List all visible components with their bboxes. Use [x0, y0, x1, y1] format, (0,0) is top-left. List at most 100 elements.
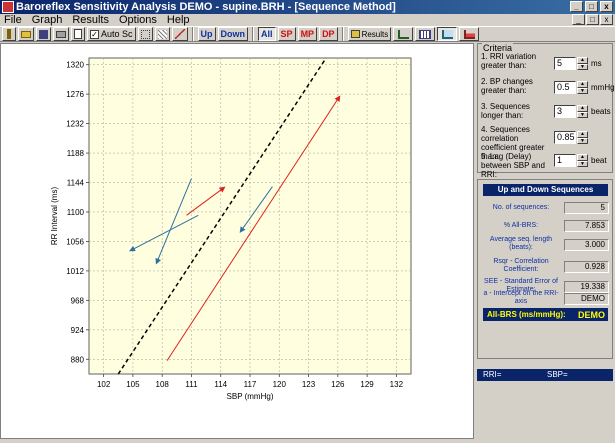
x-tick-label: 102 [97, 380, 111, 389]
criteria-label: 1. RRI variation greater than: [481, 52, 537, 70]
maximize-button[interactable]: □ [585, 1, 598, 12]
down-button[interactable]: Down [217, 27, 249, 41]
bar-icon-button[interactable] [2, 27, 16, 41]
menu-options[interactable]: Options [115, 14, 163, 26]
spin-down-icon[interactable]: ▼ [577, 63, 588, 70]
rri-readout-label: RRI= [483, 370, 502, 379]
y-tick-label: 1320 [66, 61, 84, 70]
seq-length-input[interactable]: 3 [554, 105, 576, 118]
x-tick-label: 129 [360, 380, 374, 389]
close-button[interactable]: x [600, 1, 613, 12]
y-axis-label: RR Interval (ms) [50, 187, 59, 246]
mdi-minimize-button[interactable]: _ [572, 14, 585, 25]
correlation-spinner[interactable]: ▲ ▼ [577, 131, 588, 144]
y-tick-label: 1144 [67, 179, 85, 188]
cursor-readout-bar: RRI= SBP= [477, 369, 613, 381]
criteria-row-correlation: 4. Sequences correlation coefficient gre… [481, 125, 613, 161]
y-tick-label: 880 [71, 355, 85, 364]
allbrs-bar: All-BRS (ms/mmHg): DEMO [483, 308, 608, 321]
disk-icon [39, 29, 48, 39]
lag-input[interactable]: 1 [554, 154, 576, 167]
up-button[interactable]: Up [197, 27, 216, 41]
toolbar-separator [252, 27, 255, 41]
menu-graph[interactable]: Graph [28, 14, 69, 26]
chart-view-button[interactable] [393, 27, 414, 41]
criteria-unit: beat [591, 156, 607, 165]
x-tick-label: 105 [126, 380, 140, 389]
rri-variation-input[interactable]: 5 [554, 57, 576, 70]
spin-down-icon[interactable]: ▼ [577, 160, 588, 167]
x-tick-label: 126 [331, 380, 345, 389]
x-tick-label: 123 [302, 380, 316, 389]
histogram-icon [463, 29, 475, 39]
histogram-view-button[interactable] [459, 27, 480, 41]
criteria-unit: beats [591, 107, 611, 116]
mdi-maximize-button[interactable]: □ [586, 14, 599, 25]
result-label: No. of sequences: [492, 204, 550, 211]
toolbar: ✓ Auto Sc Up Down All SP MP DP Results [0, 26, 615, 42]
result-row: % All-BRS: 7.853 [482, 220, 610, 232]
y-tick-labels: 880 924 968 1012 1056 1100 1144 1188 1232 1276 132… [66, 61, 84, 365]
criteria-label: 3. Sequences longer than: [481, 102, 530, 120]
print-button[interactable] [53, 27, 69, 41]
y-tick-label: 1056 [66, 237, 84, 246]
no-sequences-value: 5 [564, 202, 609, 214]
x-tick-label: 114 [214, 380, 227, 389]
allbrs-value: DEMO [578, 309, 605, 320]
intercept-value: DEMO [564, 293, 609, 305]
result-row: Average seq. length (beats): 3.000 [482, 236, 610, 254]
avg-seq-length-value: 3.000 [564, 239, 609, 251]
see-value: 19.338 [564, 281, 609, 293]
spin-down-icon[interactable]: ▼ [577, 137, 588, 144]
bp-change-spinner[interactable]: ▲ ▼ [577, 81, 588, 94]
sp-button[interactable]: SP [277, 27, 296, 41]
rsqr-value: 0.928 [564, 261, 609, 273]
menu-file[interactable]: File [0, 14, 28, 26]
sequence-chart[interactable]: 102 105 108 111 114 117 120 123 126 129 132 880 924… [1, 44, 473, 438]
spin-down-icon[interactable]: ▼ [577, 111, 588, 118]
open-button[interactable] [18, 27, 34, 41]
preview-button[interactable] [71, 27, 85, 41]
criteria-label: 2. BP changes greater than: [481, 77, 533, 95]
y-tick-label: 1100 [67, 208, 85, 217]
criteria-unit: ms [591, 59, 602, 68]
title-bar: Baroreflex Sensitivity Analysis DEMO - s… [0, 0, 615, 14]
line-tool-button[interactable] [171, 27, 188, 41]
mdi-close-button[interactable]: x [600, 14, 613, 25]
mp-button[interactable]: MP [297, 27, 318, 41]
dp-button[interactable]: DP [319, 27, 338, 41]
auto-scale-checkbox[interactable]: ✓ [90, 29, 99, 39]
criteria-unit: mmHg [591, 83, 615, 92]
window-title: Baroreflex Sensitivity Analysis DEMO - s… [16, 1, 396, 13]
results-button[interactable]: Results [347, 27, 392, 41]
bp-change-input[interactable]: 0.5 [554, 81, 576, 94]
results-label: Results [361, 29, 389, 39]
plot-view-button[interactable] [437, 27, 458, 41]
correlation-input[interactable]: 0.85 [554, 131, 576, 144]
hatch-button[interactable] [154, 27, 170, 41]
bar-icon [7, 29, 11, 39]
criteria-row-rri: 1. RRI variation greater than: 5 ▲ ▼ ms [481, 52, 613, 76]
criteria-row-bp: 2. BP changes greater than: 0.5 ▲ ▼ mmHg [481, 77, 615, 101]
toolbar-separator [341, 27, 344, 41]
menu-bar: File Graph Results Options Help [0, 14, 615, 26]
x-axis-label: SBP (mmHg) [227, 392, 274, 401]
x-tick-label: 120 [273, 380, 287, 389]
x-tick-label: 132 [390, 380, 404, 389]
criteria-row-seq-length: 3. Sequences longer than: 3 ▲ ▼ beats [481, 102, 613, 124]
spin-down-icon[interactable]: ▼ [577, 87, 588, 94]
all-button[interactable]: All [258, 27, 276, 41]
criteria-group: Criteria 1. RRI variation greater than: … [477, 43, 615, 179]
minimize-button[interactable]: _ [570, 1, 583, 12]
rri-variation-spinner[interactable]: ▲ ▼ [577, 57, 588, 70]
menu-results[interactable]: Results [68, 14, 115, 26]
plot-panel: 102 105 108 111 114 117 120 123 126 129 132 880 924… [0, 43, 474, 439]
menu-help[interactable]: Help [163, 14, 196, 26]
save-button[interactable] [36, 27, 51, 41]
auto-scale-toggle[interactable]: ✓ Auto Sc [87, 27, 136, 41]
lag-spinner[interactable]: ▲ ▼ [577, 154, 588, 167]
result-label: a - Intercept on the RRI-axis [483, 290, 559, 305]
zoom-grid-button[interactable] [137, 27, 153, 41]
table-view-button[interactable] [415, 27, 436, 41]
seq-length-spinner[interactable]: ▲ ▼ [577, 105, 588, 118]
